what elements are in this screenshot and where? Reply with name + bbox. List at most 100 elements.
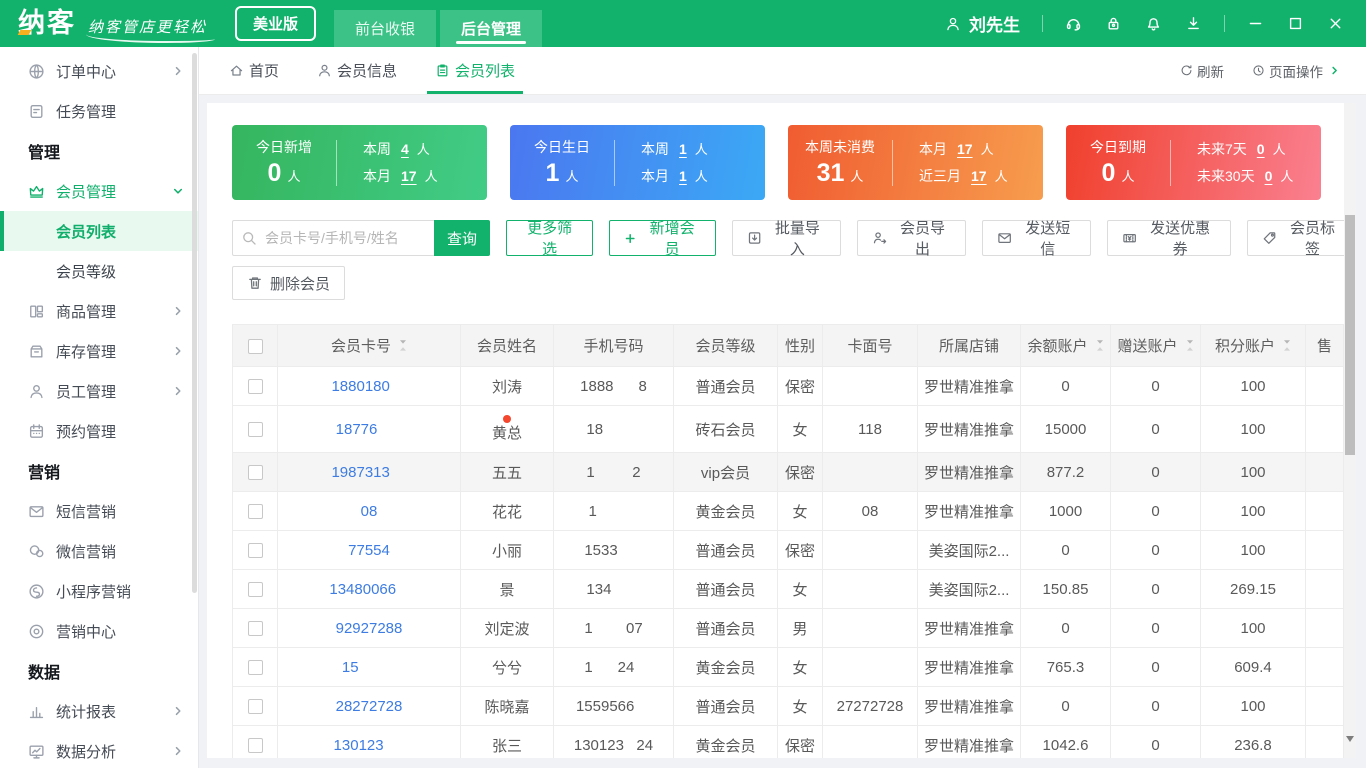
tab-member-info[interactable]: 会员信息 [317, 47, 397, 94]
action-page-actions[interactable]: 页面操作 [1252, 61, 1340, 81]
stat-value-link[interactable]: 0 [1257, 141, 1265, 157]
close-icon[interactable] [1327, 15, 1344, 32]
sidebar-item-stats-report[interactable]: 统计报表 [0, 691, 198, 731]
member-card-link[interactable]: 28272728 [336, 698, 403, 715]
table-row[interactable]: 77554 小丽 1533 普通会员 保密 美姿国际2... 0 0 100 [232, 530, 1344, 570]
member-card-link[interactable]: 92927288 [336, 620, 403, 637]
scrollbar-down-arrow[interactable] [1346, 736, 1354, 742]
cell-points: 100 [1200, 608, 1306, 648]
vertical-scrollbar[interactable] [1344, 103, 1356, 758]
user-menu[interactable]: 刘先生 [945, 11, 1020, 36]
stat-value-link[interactable]: 17 [971, 168, 987, 184]
row-checkbox[interactable] [247, 660, 263, 676]
member-card-link[interactable]: 18776 [336, 421, 403, 438]
stat-value-link[interactable]: 17 [401, 168, 417, 184]
select-all-checkbox[interactable] [247, 338, 263, 354]
header-tab-backend-management[interactable]: 后台管理 [440, 10, 543, 47]
row-checkbox[interactable] [247, 699, 263, 715]
table-row[interactable]: 130123 张三 130123 24 黄金会员 保密 罗世精准推拿 1042.… [232, 725, 1344, 758]
sort-icon[interactable] [399, 338, 407, 353]
column-header-balance[interactable]: 余额账户 [1020, 324, 1111, 367]
table-row[interactable]: 28272728 陈晓嘉 1559566 普通会员 女 27272728 罗世精… [232, 686, 1344, 726]
row-checkbox[interactable] [247, 582, 263, 598]
add-member-button[interactable]: 新增会员 [609, 220, 716, 258]
window-controls [1247, 15, 1344, 32]
row-checkbox[interactable] [247, 543, 263, 559]
member-card-link[interactable]: 130123 [334, 737, 405, 754]
row-checkbox[interactable] [247, 422, 263, 438]
stat-value-link[interactable]: 0 [1265, 168, 1273, 184]
headset-icon[interactable] [1065, 15, 1082, 32]
edition-button[interactable]: 美业版 [235, 6, 317, 41]
row-checkbox[interactable] [247, 465, 263, 481]
sidebar-item-order-center[interactable]: 订单中心 [0, 51, 198, 91]
sidebar-item-wechat-marketing[interactable]: 微信营销 [0, 531, 198, 571]
download-icon[interactable] [1185, 15, 1202, 32]
send-sms-button[interactable]: 发送短信 [982, 220, 1092, 258]
cell-check [232, 452, 278, 492]
column-header-gift[interactable]: 赠送账户 [1110, 324, 1201, 367]
sidebar-item-label: 数据分析 [56, 743, 117, 761]
sidebar-item-member-management[interactable]: 会员管理 [0, 171, 198, 211]
stat-value-link[interactable]: 1 [679, 141, 687, 157]
table-row[interactable]: 1987313 五五 1 2 vip会员 保密 罗世精准推拿 877.2 0 1… [232, 452, 1344, 492]
sidebar-item-staff-management[interactable]: 员工管理 [0, 371, 198, 411]
member-export-button[interactable]: 会员导出 [856, 220, 967, 258]
table-row[interactable]: 1880180 刘涛 1888 8 普通会员 保密 罗世精准推拿 0 0 100 [232, 366, 1344, 406]
table-row[interactable]: 92927288 刘定波 1 07 普通会员 男 罗世精准推拿 0 0 100 [232, 608, 1344, 648]
sidebar-item-marketing-center[interactable]: 营销中心 [0, 611, 198, 651]
more-filter-button[interactable]: 更多筛选 [506, 220, 594, 258]
search-input[interactable] [232, 220, 434, 256]
table-row[interactable]: 18776 黄总 18 砖石会员 女 118 罗世精准推拿 15000 0 10… [232, 405, 1344, 453]
send-coupon-button[interactable]: 发送优惠券 [1107, 220, 1231, 258]
action-refresh[interactable]: 刷新 [1180, 61, 1224, 81]
stat-value-link[interactable]: 1 [679, 168, 687, 184]
member-card-link[interactable]: 1987313 [331, 464, 406, 481]
sidebar-item-inventory-management[interactable]: 库存管理 [0, 331, 198, 371]
sidebar-item-sms-marketing[interactable]: 短信营销 [0, 491, 198, 531]
sidebar-item-miniapp-marketing[interactable]: 小程序营销 [0, 571, 198, 611]
member-tag-button[interactable]: 会员标签 [1246, 220, 1356, 258]
chevR-icon [175, 706, 181, 716]
row-checkbox[interactable] [247, 379, 263, 395]
delete-member-button[interactable]: 删除会员 [232, 266, 346, 300]
stat-subrow: 本周 4 人 [363, 141, 430, 157]
tab-member-list[interactable]: 会员列表 [427, 47, 524, 94]
batch-import-button[interactable]: 批量导入 [731, 220, 841, 258]
sort-icon[interactable] [1283, 338, 1291, 353]
member-card-link[interactable]: 13480066 [329, 581, 408, 598]
table-row[interactable]: 13480066 景 134 普通会员 女 美姿国际2... 150.85 0 … [232, 569, 1344, 609]
column-header-points[interactable]: 积分账户 [1200, 324, 1306, 367]
member-card-link[interactable]: 1880180 [331, 378, 406, 395]
cell-level: 普通会员 [673, 530, 778, 570]
table-row[interactable]: 15 兮兮 1 24 黄金会员 女 罗世精准推拿 765.3 0 609.4 [232, 647, 1344, 687]
member-card-link[interactable]: 77554 [348, 542, 390, 559]
sidebar-item-data-analysis[interactable]: 数据分析 [0, 731, 198, 768]
sidebar-item-task-management[interactable]: 任务管理 [0, 91, 198, 131]
stat-value-link[interactable]: 17 [957, 141, 973, 157]
scrollbar-thumb[interactable] [1345, 215, 1355, 455]
header-tab-front-cashier[interactable]: 前台收银 [334, 10, 437, 47]
sidebar-item-member-list[interactable]: 会员列表 [0, 211, 198, 251]
row-checkbox[interactable] [247, 504, 263, 520]
row-checkbox[interactable] [247, 738, 263, 754]
sidebar-item-reservation-management[interactable]: 预约管理 [0, 411, 198, 451]
tab-home[interactable]: 首页 [229, 47, 279, 94]
min-icon[interactable] [1247, 15, 1264, 32]
lock-icon[interactable] [1105, 15, 1122, 32]
table-row[interactable]: 08 花花 1 黄金会员 女 08 罗世精准推拿 1000 0 100 [232, 491, 1344, 531]
sidebar-item-product-management[interactable]: 商品管理 [0, 291, 198, 331]
search-button[interactable]: 查询 [434, 220, 490, 256]
sidebar-item-member-level[interactable]: 会员等级 [0, 251, 198, 291]
row-checkbox[interactable] [247, 621, 263, 637]
sort-icon[interactable] [1186, 338, 1194, 353]
bell-icon[interactable] [1145, 15, 1162, 32]
max-icon[interactable] [1287, 15, 1304, 32]
stat-value-link[interactable]: 4 [401, 141, 409, 157]
target-icon [29, 624, 44, 638]
column-header-card[interactable]: 会员卡号 [277, 324, 461, 367]
sidebar-scrollbar-thumb[interactable] [192, 53, 197, 593]
member-card-link[interactable]: 15 [342, 659, 396, 676]
member-card-link[interactable]: 08 [361, 503, 378, 520]
sort-icon[interactable] [1096, 338, 1104, 353]
